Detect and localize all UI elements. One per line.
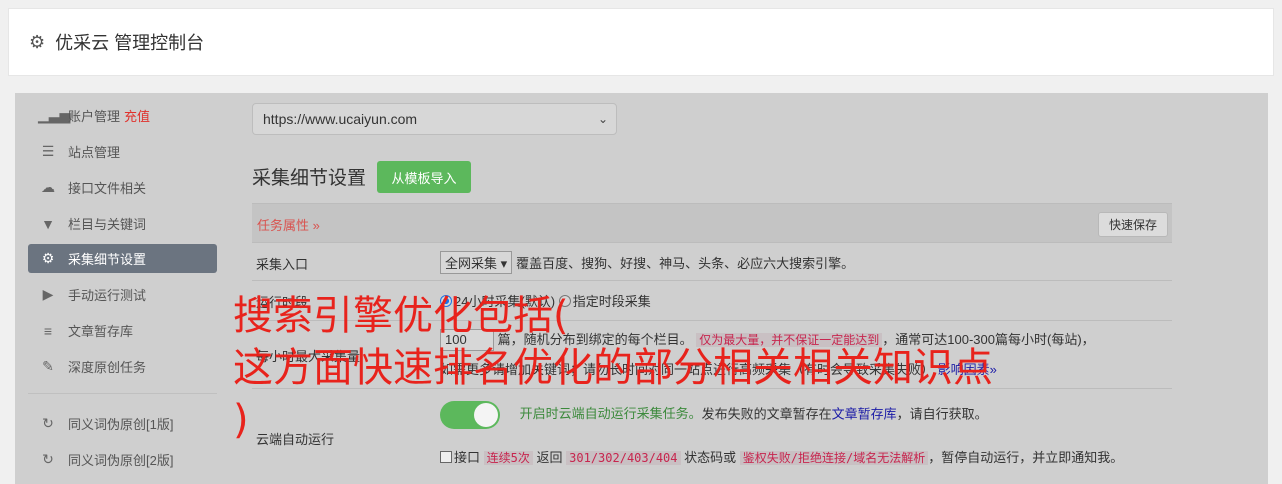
play-circle-icon: ▶: [42, 286, 54, 302]
database-icon: ≡: [43, 322, 53, 339]
cloud-line2-c: 状态码或: [684, 450, 737, 465]
sidebar-item-label: 站点管理: [68, 145, 121, 160]
overlay-line3: ): [233, 397, 249, 443]
entry-text: 覆盖百度、搜狗、好搜、神马、头条、必应六大搜索引擎。: [516, 256, 855, 271]
row-content: 全网采集 ▾ 覆盖百度、搜狗、好搜、神马、头条、必应六大搜索引擎。: [440, 251, 854, 274]
sidebar-item-collect-settings[interactable]: ⚙ 采集细节设置: [28, 244, 217, 273]
overlay-line2: 这方面快速排名优化的部分相关相关知识点: [233, 345, 993, 391]
entry-select[interactable]: 全网采集 ▾: [440, 251, 513, 274]
sidebar-item-label: 手动运行测试: [68, 288, 147, 303]
overlay-line1: 搜索引擎优化包括(: [233, 293, 569, 339]
sidebar-item-label: 文章暂存库: [68, 324, 134, 339]
overlay-caption: 搜索引擎优化包括( 这方面快速排名优化的部分相关相关知识点): [233, 290, 993, 446]
sidebar-item-columns-keywords[interactable]: ▼ 栏目与关键词: [28, 209, 217, 238]
cloud-upload-icon: ☁: [41, 179, 55, 195]
table-header: 任务属性 » 快速保存: [252, 203, 1172, 243]
site-select[interactable]: https://www.ucaiyun.com ⌄: [252, 103, 617, 135]
row-label: 采集入口: [256, 257, 309, 272]
page-title: 优采云 管理控制台: [55, 33, 205, 53]
bar-chart-icon: ▁▃▅: [38, 107, 71, 123]
sidebar-item-label: 账户管理: [68, 109, 121, 124]
code-status: 301/302/403/404: [566, 451, 681, 465]
sidebar-item-interface-files[interactable]: ☁ 接口文件相关: [28, 173, 217, 202]
notify-checkbox[interactable]: [440, 451, 452, 463]
code-errors: 鉴权失败/拒绝连接/域名无法解析: [739, 451, 929, 465]
filter-icon: ▼: [41, 215, 55, 232]
row-content-line2: 接口 连续5次 返回 301/302/403/404 状态码或 鉴权失败/拒绝连…: [440, 447, 1123, 466]
import-template-button[interactable]: 从模板导入: [377, 161, 471, 193]
sidebar: ▁▃▅ 账户管理 充值 ☰ 站点管理 ☁ 接口文件相关 ▼ 栏目与关键词 ⚙ 采…: [15, 93, 230, 484]
chevron-down-icon: ⌄: [597, 112, 608, 126]
sidebar-item-label: 深度原创任务: [68, 360, 147, 375]
sidebar-item-synonym-v2[interactable]: ↻ 同义词伪原创[2版]: [28, 445, 217, 474]
site-select-value: https://www.ucaiyun.com: [263, 111, 418, 127]
server-icon: ☰: [41, 143, 55, 159]
cloud-line2-a: 接口: [454, 450, 481, 465]
sidebar-item-label: 采集细节设置: [68, 252, 147, 267]
sidebar-item-label: 栏目与关键词: [68, 217, 147, 232]
sidebar-item-label: 同义词伪原创[1版]: [68, 417, 174, 432]
code-consecutive: 连续5次: [483, 451, 533, 465]
sidebar-item-sites[interactable]: ☰ 站点管理: [28, 137, 217, 166]
cloud-line2-d: ，暂停自动运行，并立即通知我。: [928, 450, 1124, 465]
sidebar-item-deep-original[interactable]: ✎ 深度原创任务: [28, 352, 217, 381]
sidebar-item-label: 接口文件相关: [68, 181, 147, 196]
cloud-line2-b: 返回: [536, 450, 563, 465]
refresh-icon: ↻: [42, 415, 54, 431]
sidebar-item-manual-run[interactable]: ▶ 手动运行测试: [28, 280, 217, 309]
sidebar-item-label: 同义词伪原创[2版]: [68, 453, 174, 468]
section-title: 采集细节设置: [252, 168, 367, 189]
recharge-link[interactable]: 充值: [124, 106, 150, 125]
top-bar: ⚙ 优采云 管理控制台: [8, 8, 1274, 76]
gears-icon: ⚙: [41, 250, 55, 266]
gear-icon: ⚙: [29, 31, 46, 52]
task-properties-toggle[interactable]: 任务属性 »: [257, 215, 320, 234]
sidebar-item-article-store[interactable]: ≡ 文章暂存库: [28, 316, 217, 345]
sidebar-item-account[interactable]: ▁▃▅ 账户管理 充值: [28, 101, 217, 130]
row-entry: 采集入口 全网采集 ▾ 覆盖百度、搜狗、好搜、神马、头条、必应六大搜索引擎。: [252, 243, 1172, 281]
quick-save-button[interactable]: 快速保存: [1098, 212, 1168, 237]
sidebar-item-synonym-v1[interactable]: ↻ 同义词伪原创[1版]: [28, 409, 217, 438]
sidebar-divider: [28, 393, 217, 394]
edit-icon: ✎: [42, 358, 54, 374]
refresh-icon: ↻: [42, 451, 54, 467]
